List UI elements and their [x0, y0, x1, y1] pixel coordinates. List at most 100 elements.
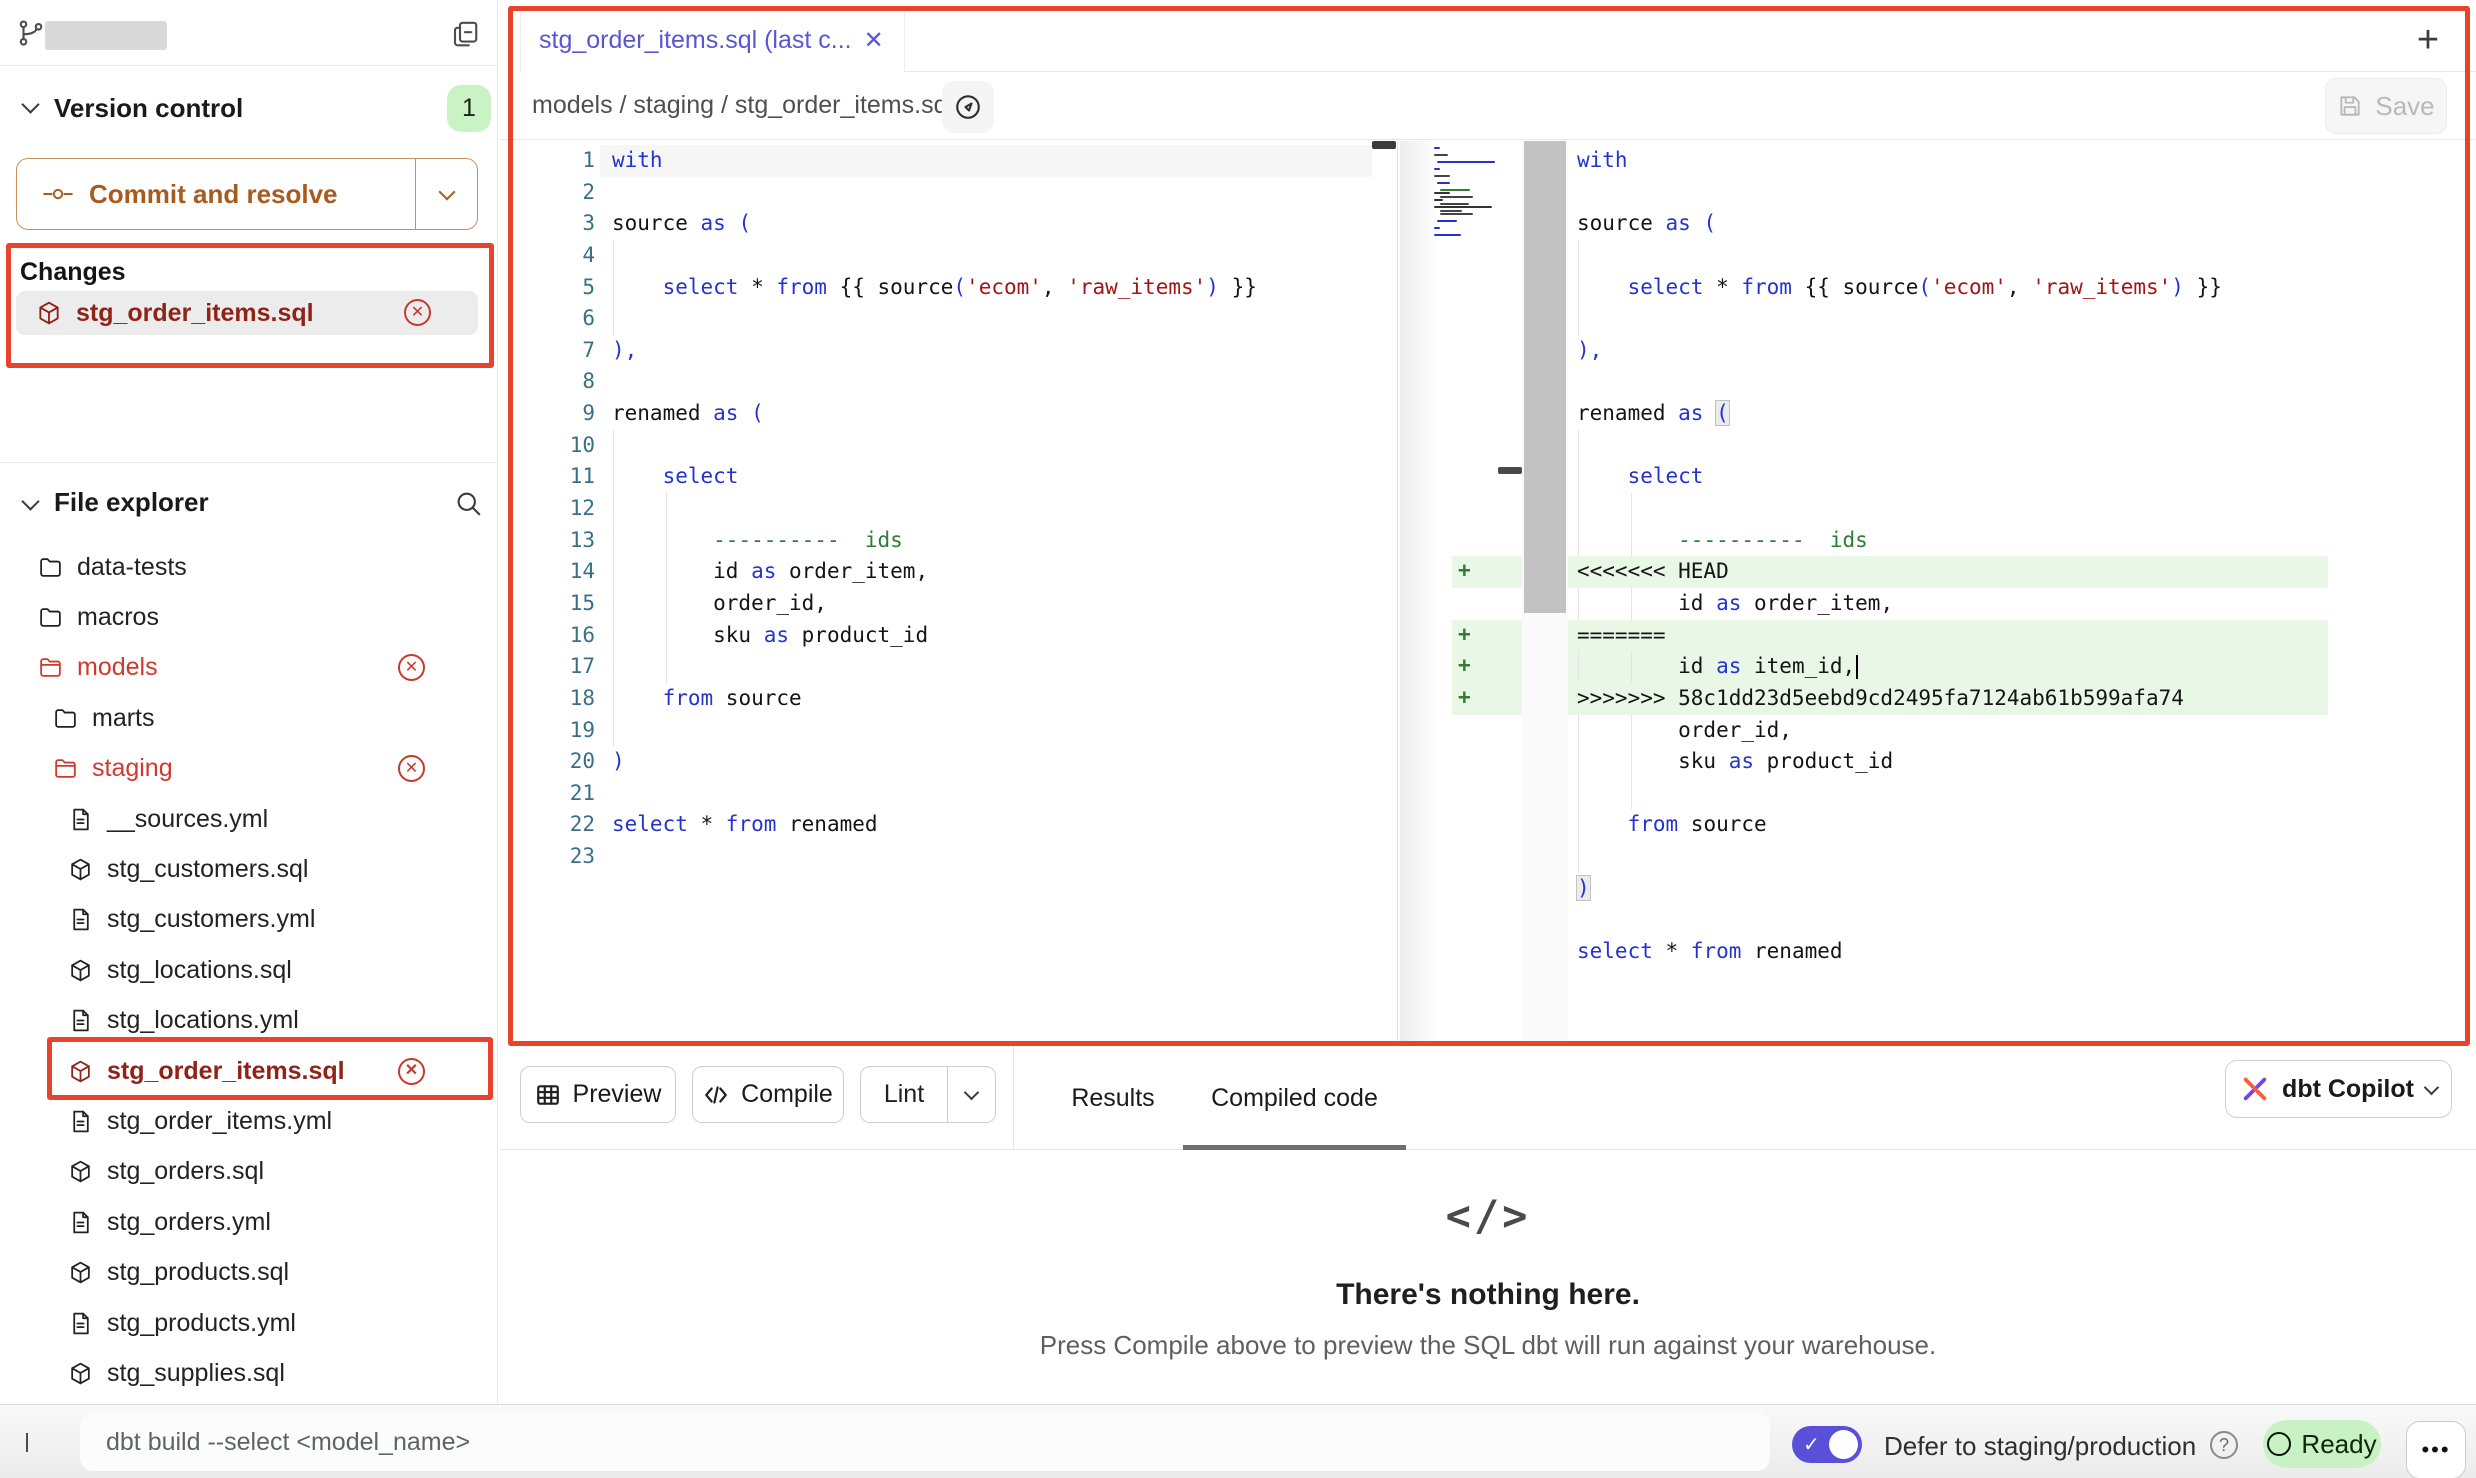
commit-and-resolve-button[interactable]: Commit and resolve: [16, 158, 478, 230]
help-icon[interactable]: ?: [2210, 1431, 2238, 1459]
file-item-stg-customers-yml[interactable]: stg_customers.yml: [0, 895, 497, 945]
minimap-line: [1434, 192, 1450, 194]
doc-icon: [68, 1311, 93, 1336]
minimap-line: [1434, 154, 1448, 156]
copy-icon[interactable]: [450, 19, 480, 51]
model-cube-icon: [36, 300, 62, 326]
commit-and-resolve-main[interactable]: Commit and resolve: [17, 159, 415, 229]
minimap-line: [1434, 231, 1494, 233]
minimap[interactable]: [1434, 147, 1494, 241]
code-text: ): [1577, 876, 1590, 900]
check-icon: ✓: [1803, 1432, 1820, 1457]
command-placeholder: dbt build --select <model_name>: [106, 1428, 470, 1457]
doc-icon: [68, 1109, 93, 1134]
file-item-stg-customers-sql[interactable]: stg_customers.sql: [0, 844, 497, 894]
minimap-line: [1434, 178, 1494, 180]
minimap-line: [1434, 227, 1440, 229]
bottom-panel: Preview Compile Lint Results Compiled co…: [500, 1046, 2476, 1404]
scrollbar-thumb[interactable]: [1524, 141, 1566, 613]
indent-guide: [1631, 493, 1632, 525]
minimap-line: [1434, 164, 1494, 166]
preview-button[interactable]: Preview: [520, 1066, 676, 1123]
empty-state-subtitle: Press Compile above to preview the SQL d…: [1040, 1330, 1937, 1361]
discard-change-icon[interactable]: ✕: [398, 654, 425, 681]
code-line-21: 21: [500, 778, 1397, 810]
discard-change-icon[interactable]: ✕: [398, 755, 425, 782]
code-pane-original[interactable]: 1with23source as (45 select * from {{ so…: [500, 141, 1397, 1046]
chevron-down-icon: [964, 1085, 980, 1101]
code-text: >>>>>>> 58c1dd23d5eebd9cd2495fa7124ab61b…: [1577, 686, 2184, 710]
indent-guide: [1631, 778, 1632, 810]
commit-dropdown-button[interactable]: [415, 159, 477, 229]
tab-stg-order-items[interactable]: stg_order_items.sql (last c... ✕: [520, 8, 905, 72]
right-pane-scrollbar[interactable]: [1522, 141, 1568, 1046]
file-item-marts[interactable]: marts: [0, 693, 497, 743]
file-item-stg-order-items-sql[interactable]: stg_order_items.sql✕: [0, 1046, 497, 1096]
version-control-collapse-chevron[interactable]: [21, 95, 39, 113]
file-explorer-collapse-chevron[interactable]: [21, 492, 39, 510]
file-item-label: stg_products.sql: [107, 1258, 289, 1287]
code-line-4: 4: [500, 240, 1397, 272]
lineage-icon[interactable]: [942, 81, 994, 133]
code-text: select * from renamed: [1577, 939, 1843, 963]
branch-name-redacted: [45, 21, 167, 50]
minimap-line: [1434, 175, 1450, 177]
file-item--sources-yml[interactable]: __sources.yml: [0, 794, 497, 844]
cube-icon: [68, 1159, 93, 1184]
file-item-data-tests[interactable]: data-tests: [0, 542, 497, 592]
minimap-line: [1434, 238, 1494, 240]
new-tab-button[interactable]: +: [2408, 20, 2448, 60]
defer-toggle[interactable]: ✓: [1792, 1426, 1862, 1463]
file-item-stg-order-items-yml[interactable]: stg_order_items.yml: [0, 1096, 497, 1146]
file-item-stg-locations-yml[interactable]: stg_locations.yml: [0, 996, 497, 1046]
version-control-title: Version control: [54, 93, 243, 124]
line-number: 1: [500, 148, 595, 172]
code-text: renamed as (: [1577, 401, 1729, 425]
commit-icon: [43, 182, 73, 206]
minimap-line: [1437, 161, 1495, 163]
indent-guide: [613, 715, 614, 747]
dbt-copilot-button[interactable]: dbt Copilot: [2225, 1060, 2452, 1118]
minimap-handle[interactable]: [1498, 467, 1522, 474]
code-line-1: 1with: [500, 145, 1397, 177]
collapse-command-bar-icon[interactable]: [26, 1435, 44, 1453]
command-input[interactable]: dbt build --select <model_name>: [80, 1413, 1770, 1471]
file-item-models[interactable]: models✕: [0, 643, 497, 693]
lint-button[interactable]: Lint: [861, 1067, 947, 1122]
left-pane-scrollbar[interactable]: [1372, 141, 1396, 149]
file-item-stg-products-sql[interactable]: stg_products.sql: [0, 1248, 497, 1298]
file-item-stg-orders-sql[interactable]: stg_orders.sql: [0, 1147, 497, 1197]
minimap-line: [1434, 150, 1494, 152]
indent-guide: [1578, 303, 1579, 335]
compile-button[interactable]: Compile: [692, 1066, 844, 1123]
tab-compiled-code[interactable]: Compiled code: [1183, 1046, 1406, 1150]
code-line-20: 20): [500, 746, 1397, 778]
indent-guide: [613, 240, 614, 272]
code-text: select: [612, 464, 738, 488]
tab-results[interactable]: Results: [1060, 1046, 1166, 1150]
line-number: 23: [500, 844, 595, 868]
indent-guide: [1578, 240, 1579, 272]
empty-state: </> There's nothing here. Press Compile …: [500, 1151, 2476, 1404]
discard-change-icon[interactable]: ✕: [404, 299, 431, 326]
discard-change-icon[interactable]: ✕: [398, 1058, 425, 1085]
changed-file-row[interactable]: stg_order_items.sql ✕: [16, 291, 478, 335]
folder-icon: [38, 605, 63, 630]
search-icon[interactable]: [453, 488, 483, 518]
lint-split-button[interactable]: Lint: [860, 1066, 996, 1123]
line-number: 9: [500, 401, 595, 425]
file-item-stg-supplies-sql[interactable]: stg_supplies.sql: [0, 1348, 497, 1398]
file-item-stg-products-yml[interactable]: stg_products.yml: [0, 1298, 497, 1348]
line-number: 4: [500, 243, 595, 267]
defer-label: Defer to staging/production: [1884, 1431, 2196, 1462]
file-item-stg-orders-yml[interactable]: stg_orders.yml: [0, 1197, 497, 1247]
pane-divider[interactable]: [1397, 141, 1398, 1046]
commit-button-label: Commit and resolve: [89, 179, 338, 210]
file-item-staging[interactable]: staging✕: [0, 744, 497, 794]
file-item-stg-locations-sql[interactable]: stg_locations.sql: [0, 945, 497, 995]
more-options-button[interactable]: •••: [2406, 1421, 2466, 1478]
lint-dropdown-button[interactable]: [947, 1067, 995, 1122]
save-button[interactable]: Save: [2325, 78, 2447, 134]
tab-close-icon[interactable]: ✕: [864, 26, 884, 55]
file-item-macros[interactable]: macros: [0, 592, 497, 642]
